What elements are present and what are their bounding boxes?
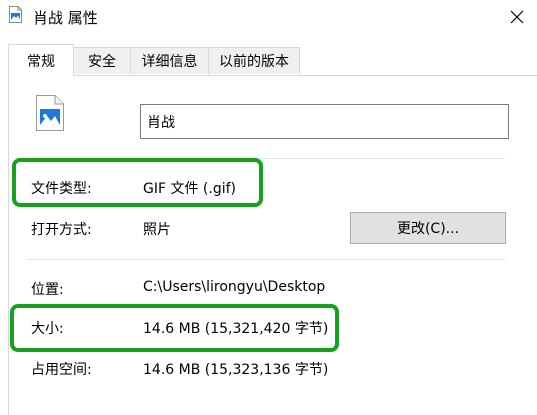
location-value: C:\Users\lirongyu\Desktop: [143, 279, 326, 295]
opens-with-label: 打开方式:: [31, 222, 92, 238]
location-label: 位置:: [31, 282, 64, 298]
tab-general[interactable]: 常规: [8, 44, 74, 76]
image-file-icon: [36, 95, 64, 131]
close-icon: [510, 10, 523, 24]
highlight-box: [10, 304, 339, 352]
close-button[interactable]: [496, 0, 537, 34]
separator: [27, 259, 505, 260]
tab-previous-versions[interactable]: 以前的版本: [208, 47, 300, 74]
window-title: 肖战 属性: [33, 9, 98, 27]
title-bar: 肖战 属性: [0, 0, 537, 34]
change-button[interactable]: 更改(C)...: [350, 212, 506, 244]
size-on-disk-label: 占用空间:: [31, 362, 92, 378]
opens-with-value: 照片: [143, 222, 171, 238]
image-file-icon: [9, 6, 22, 23]
tab-details[interactable]: 详细信息: [130, 47, 209, 74]
highlight-box: [12, 158, 263, 207]
tab-security[interactable]: 安全: [73, 47, 131, 74]
file-name-input[interactable]: [140, 104, 509, 139]
size-on-disk-value: 14.6 MB (15,323,136 字节): [143, 362, 329, 378]
